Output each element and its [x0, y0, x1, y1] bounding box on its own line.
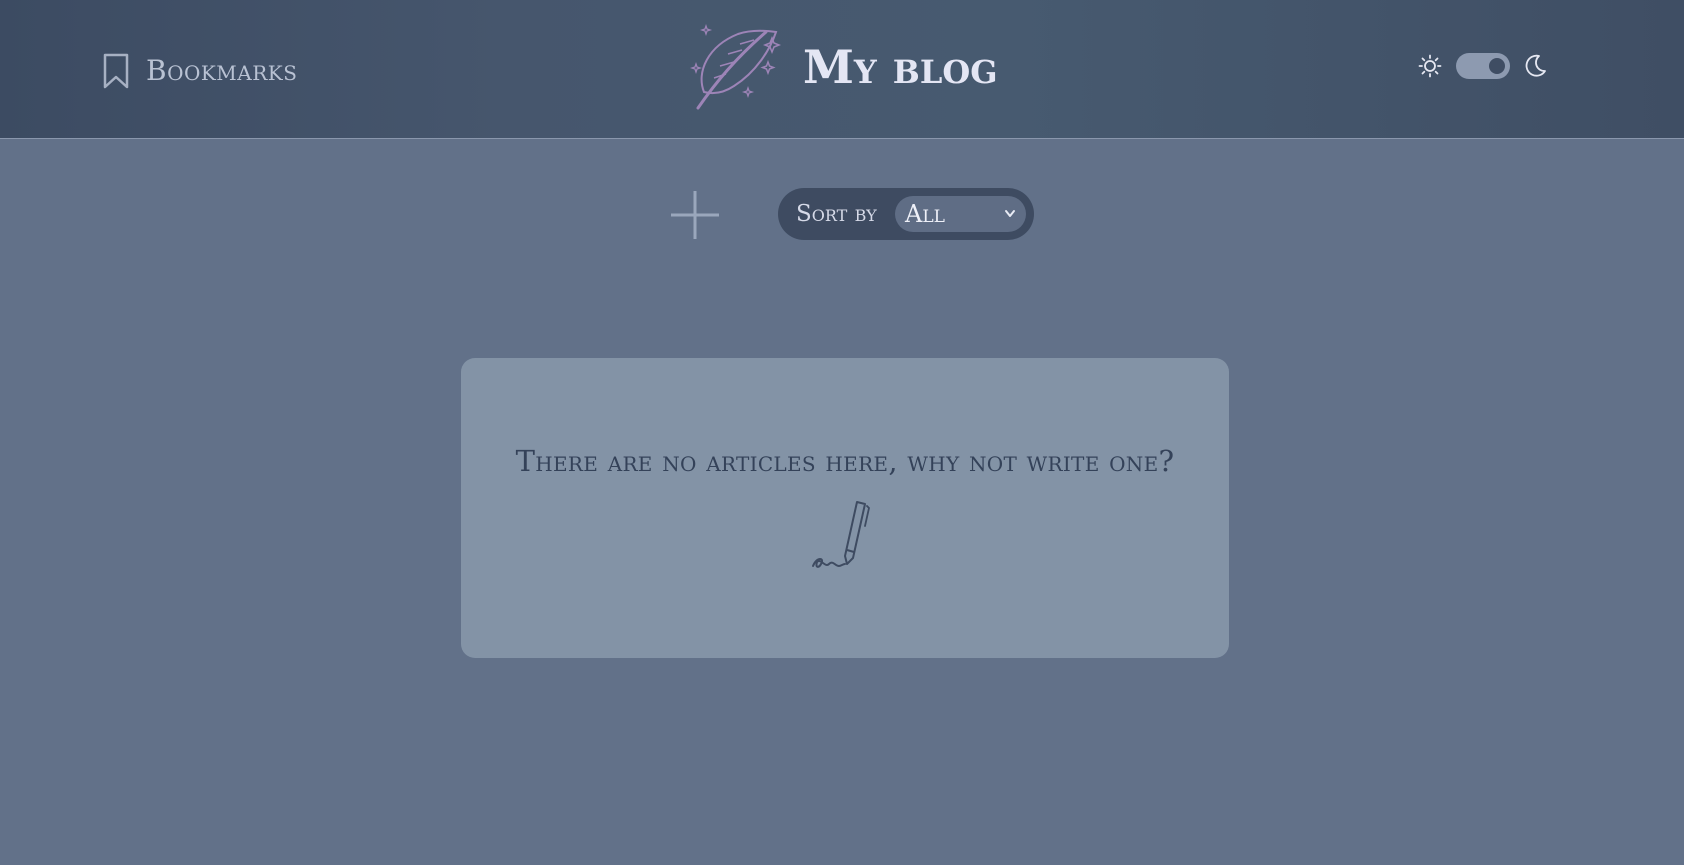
- bookmarks-link[interactable]: Bookmarks: [102, 52, 297, 90]
- pen-signature-icon: [812, 501, 870, 568]
- site-header: Bookmarks My blog: [0, 0, 1684, 139]
- moon-icon: [1525, 54, 1546, 77]
- sort-control: Sort by All: [778, 188, 1034, 240]
- theme-toggle[interactable]: [1456, 53, 1510, 79]
- site-title: My blog: [803, 40, 998, 94]
- bookmark-icon: [103, 53, 129, 89]
- sort-label: Sort by: [796, 201, 877, 227]
- sort-select[interactable]: All: [895, 196, 1026, 232]
- plus-icon: [671, 191, 719, 239]
- sort-selected-value: All: [905, 200, 945, 228]
- toggle-knob: [1489, 58, 1505, 74]
- add-article-button[interactable]: [670, 190, 720, 240]
- empty-articles-card: There are no articles here, why not writ…: [461, 358, 1229, 658]
- toolbar: Sort by All: [0, 188, 1684, 240]
- empty-message: There are no articles here, why not writ…: [515, 444, 1175, 478]
- feather-sparkles-icon: [690, 23, 782, 110]
- chevron-down-icon: [1005, 210, 1015, 217]
- sun-icon: [1418, 54, 1442, 78]
- theme-switcher: [1418, 53, 1548, 79]
- bookmarks-label: Bookmarks: [146, 54, 298, 87]
